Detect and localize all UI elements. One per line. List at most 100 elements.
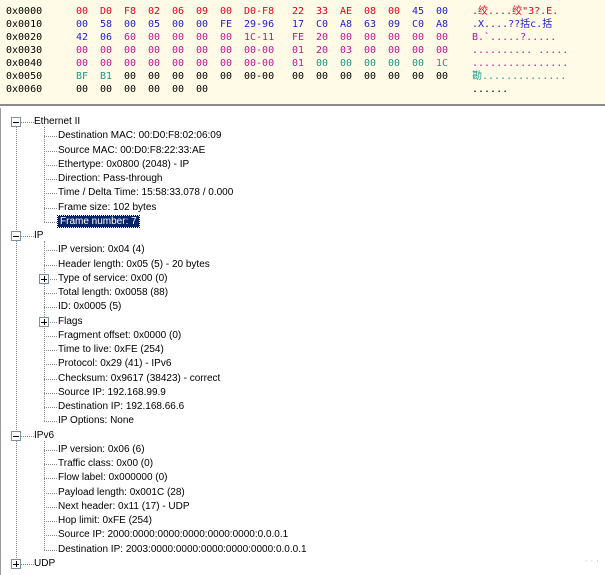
collapse-minus-icon[interactable] bbox=[11, 117, 21, 127]
hex-byte[interactable]: 00 bbox=[76, 6, 92, 18]
hex-byte[interactable]: 00-00 bbox=[244, 45, 284, 57]
tree-field-node[interactable]: Next header: 0x11 (17) - UDP bbox=[58, 500, 190, 514]
hex-byte[interactable]: 00-00 bbox=[244, 71, 284, 83]
hex-byte[interactable]: 00 bbox=[124, 19, 140, 31]
hex-byte[interactable]: B1 bbox=[100, 71, 116, 83]
tree-protocol-node[interactable]: UDP bbox=[34, 557, 55, 571]
hex-byte[interactable]: A8 bbox=[340, 19, 356, 31]
tree-field-node[interactable]: Flow label: 0x000000 (0) bbox=[58, 471, 168, 485]
tree-field-node[interactable]: Frame size: 102 bytes bbox=[58, 201, 156, 215]
hex-byte[interactable]: C0 bbox=[412, 19, 428, 31]
hex-byte[interactable]: 09 bbox=[388, 19, 404, 31]
hex-byte[interactable]: AE bbox=[340, 6, 356, 18]
hex-byte[interactable]: 00 bbox=[100, 58, 116, 70]
hex-byte[interactable]: 60 bbox=[124, 32, 140, 44]
hex-byte[interactable]: 00 bbox=[124, 84, 140, 96]
hex-byte[interactable]: 00 bbox=[436, 45, 452, 57]
tree-field-node[interactable]: Time to live: 0xFE (254) bbox=[58, 343, 164, 357]
tree-field-node[interactable]: Traffic class: 0x00 (0) bbox=[58, 457, 153, 471]
hex-byte[interactable]: 05 bbox=[148, 19, 164, 31]
hex-byte[interactable]: 00 bbox=[100, 45, 116, 57]
tree-field-node[interactable]: Destination IP: 192.168.66.6 bbox=[58, 400, 184, 414]
tree-field-node[interactable]: Ethertype: 0x0800 (2048) - IP bbox=[58, 158, 189, 172]
tree-field-node[interactable]: Source IP: 192.168.99.9 bbox=[58, 386, 166, 400]
hex-byte[interactable]: 00 bbox=[412, 32, 428, 44]
hex-byte[interactable]: 00 bbox=[76, 45, 92, 57]
hex-byte[interactable]: 00 bbox=[148, 58, 164, 70]
tree-field-node[interactable]: Time / Delta Time: 15:58:33.078 / 0.000 bbox=[58, 186, 233, 200]
hex-byte[interactable]: 00 bbox=[172, 71, 188, 83]
hex-byte[interactable]: 00 bbox=[364, 32, 380, 44]
tree-field-node[interactable]: Source MAC: 00:D0:F8:22:33:AE bbox=[58, 144, 205, 158]
hex-byte[interactable]: 00 bbox=[148, 71, 164, 83]
hex-byte[interactable]: 1C-11 bbox=[244, 32, 284, 44]
hex-byte[interactable]: D0-F8 bbox=[244, 6, 284, 18]
tree-protocol-node[interactable]: IP bbox=[34, 229, 43, 243]
hex-byte[interactable]: 02 bbox=[148, 6, 164, 18]
hex-byte[interactable]: 00 bbox=[76, 84, 92, 96]
hex-byte[interactable]: 00 bbox=[364, 71, 380, 83]
hex-byte[interactable]: 00 bbox=[388, 32, 404, 44]
collapse-minus-icon[interactable] bbox=[11, 231, 21, 241]
expand-plus-icon[interactable] bbox=[39, 316, 49, 327]
hex-byte[interactable]: 00 bbox=[436, 32, 452, 44]
hex-byte[interactable]: F8 bbox=[124, 6, 140, 18]
collapse-minus-icon[interactable] bbox=[11, 430, 21, 441]
hex-byte[interactable]: A8 bbox=[436, 19, 452, 31]
tree-field-node[interactable]: Header length: 0x05 (5) - 20 bytes bbox=[58, 258, 210, 272]
hex-byte[interactable]: 00 bbox=[196, 71, 212, 83]
hex-byte[interactable]: 01 bbox=[292, 45, 308, 57]
tree-field-node[interactable]: IP Options: None bbox=[58, 414, 134, 428]
hex-byte[interactable]: BF bbox=[76, 71, 92, 83]
hex-byte[interactable]: 42 bbox=[76, 32, 92, 44]
packet-decode-tree[interactable]: Ethernet II Destination MAC: 00:D0:F8:02:… bbox=[0, 108, 605, 575]
hex-row[interactable]: 0x0060 00 00 00 00 00 00...... bbox=[0, 84, 605, 96]
hex-byte[interactable]: 45 bbox=[412, 6, 428, 18]
tree-field-node[interactable]: Destination IP: 2003:0000:0000:0000:0000… bbox=[58, 543, 307, 557]
hex-byte[interactable]: 00 bbox=[172, 58, 188, 70]
hex-byte[interactable]: 06 bbox=[100, 32, 116, 44]
tree-field-node[interactable]: ID: 0x0005 (5) bbox=[58, 300, 121, 314]
hex-byte[interactable]: 00 bbox=[196, 32, 212, 44]
hex-byte[interactable]: 00 bbox=[364, 58, 380, 70]
hex-row[interactable]: 0x0040 00 00 00 00 00 00 00 00-00 01 00 00 00 00 00 1C.… bbox=[0, 58, 605, 70]
hex-byte[interactable]: 1C bbox=[436, 58, 452, 70]
hex-byte[interactable]: 00 bbox=[124, 58, 140, 70]
hex-byte[interactable]: 00 bbox=[196, 45, 212, 57]
hex-byte[interactable]: 00 bbox=[148, 32, 164, 44]
tree-field-node[interactable]: Protocol: 0x29 (41) - IPv6 bbox=[58, 357, 171, 371]
hex-byte[interactable]: 00 bbox=[340, 58, 356, 70]
hex-byte[interactable]: 00 bbox=[388, 58, 404, 70]
hex-byte[interactable]: 00 bbox=[196, 58, 212, 70]
hex-byte[interactable]: 08 bbox=[364, 6, 380, 18]
tree-field-node[interactable]: IP version: 0x06 (6) bbox=[58, 443, 145, 457]
hex-byte[interactable]: 00 bbox=[220, 32, 236, 44]
hex-byte[interactable]: 00 bbox=[172, 32, 188, 44]
hex-byte[interactable]: 20 bbox=[316, 32, 332, 44]
tree-field-node[interactable]: IP version: 0x04 (4) bbox=[58, 243, 145, 257]
hex-byte[interactable]: 00 bbox=[412, 71, 428, 83]
hex-byte[interactable]: 06 bbox=[172, 6, 188, 18]
hex-byte[interactable]: 00 bbox=[172, 19, 188, 31]
tree-field-node[interactable]: Fragment offset: 0x0000 (0) bbox=[58, 329, 181, 343]
tree-field-node[interactable]: Direction: Pass-through bbox=[58, 172, 163, 186]
hex-byte[interactable]: 20 bbox=[316, 45, 332, 57]
tree-field-node[interactable]: Type of service: 0x00 (0) bbox=[58, 272, 168, 286]
tree-field-node[interactable]: Flags bbox=[58, 315, 82, 329]
hex-byte[interactable]: 00 bbox=[388, 6, 404, 18]
hex-byte[interactable]: 29-96 bbox=[244, 19, 284, 31]
hex-byte[interactable]: 22 bbox=[292, 6, 308, 18]
tree-field-node[interactable]: Frame number: 7 bbox=[57, 214, 140, 229]
hex-byte[interactable]: 00 bbox=[124, 45, 140, 57]
hex-byte[interactable]: 00 bbox=[124, 71, 140, 83]
hex-byte[interactable]: D0 bbox=[100, 6, 116, 18]
tree-field-node[interactable]: Destination MAC: 00:D0:F8:02:06:09 bbox=[58, 129, 221, 143]
hex-byte[interactable]: 00 bbox=[220, 58, 236, 70]
hex-byte[interactable]: 00 bbox=[76, 58, 92, 70]
hex-row[interactable]: 0x0050 BF B1 00 00 00 00 00 00-00 00 00 00 00 00 00 00 勘… bbox=[0, 71, 605, 83]
hex-ascii[interactable]: .......... ..... bbox=[472, 45, 568, 57]
hex-byte[interactable]: 01 bbox=[292, 58, 308, 70]
hex-ascii[interactable]: .绞....绞"3?.E. bbox=[472, 6, 558, 18]
hex-byte[interactable]: 00 bbox=[340, 71, 356, 83]
hex-byte[interactable]: FE bbox=[292, 32, 308, 44]
